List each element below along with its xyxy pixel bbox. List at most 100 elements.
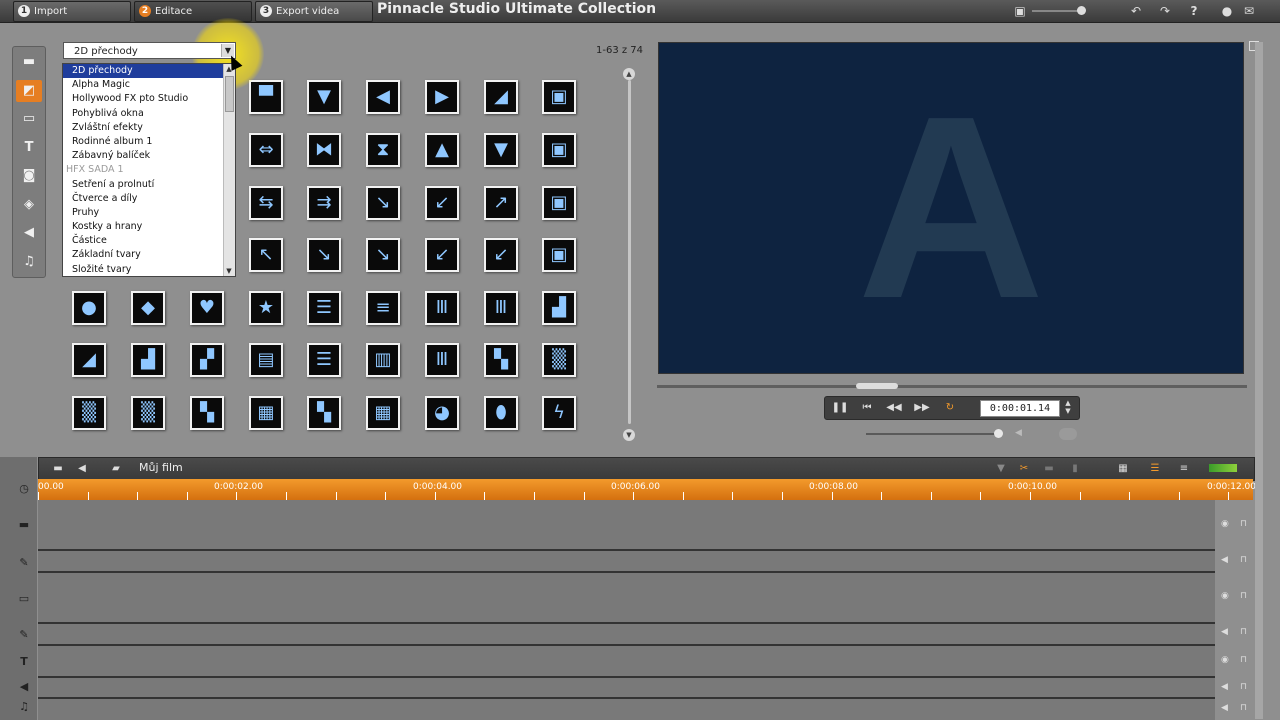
- transition-thumbnail[interactable]: ▦: [249, 396, 283, 430]
- transition-thumbnail[interactable]: ▼: [484, 133, 518, 167]
- transition-thumbnail[interactable]: ▒: [131, 396, 165, 430]
- transition-thumbnail[interactable]: ▣: [542, 186, 576, 220]
- timeline-ruler[interactable]: 00.00 0:00:02.00 0:00:04.00 0:00:06.00 0:00:…: [38, 479, 1256, 500]
- transition-thumbnail[interactable]: ▶: [425, 80, 459, 114]
- dropdown-option[interactable]: Hollywood FX pto Studio: [63, 92, 235, 106]
- undo-icon[interactable]: ↶: [1129, 4, 1143, 18]
- transition-thumbnail[interactable]: ▦: [366, 396, 400, 430]
- dropdown-scrollbar[interactable]: ▲ ▼: [223, 64, 235, 276]
- photo-icon[interactable]: ◙: [16, 165, 42, 187]
- transition-thumbnail[interactable]: ▣: [542, 80, 576, 114]
- player-scrubber[interactable]: [657, 385, 1247, 388]
- transition-thumbnail[interactable]: ↙: [425, 238, 459, 272]
- mail-icon[interactable]: ✉: [1242, 4, 1256, 18]
- transition-thumbnail[interactable]: ⧓: [307, 133, 341, 167]
- transition-thumbnail[interactable]: ▞: [190, 343, 224, 377]
- scroll-up-icon[interactable]: ▲: [623, 68, 635, 80]
- folder-icon[interactable]: ▰: [109, 462, 123, 476]
- video-icon[interactable]: ▬: [51, 462, 65, 476]
- transition-icon[interactable]: ◩: [16, 80, 42, 102]
- lock-icon[interactable]: ⊓: [1240, 703, 1250, 713]
- category-select[interactable]: 2D přechody ▼: [63, 42, 236, 59]
- scroll-track[interactable]: [628, 80, 631, 424]
- speaker-icon[interactable]: ◀: [1221, 627, 1233, 637]
- eye-icon[interactable]: ◉: [1221, 591, 1233, 601]
- transition-thumbnail[interactable]: ▣: [542, 238, 576, 272]
- right-edge-scrollbar[interactable]: [1255, 42, 1263, 719]
- tab-import[interactable]: 1 Import: [13, 1, 131, 22]
- menu-track-icon[interactable]: ▭: [16, 591, 32, 607]
- dropdown-option[interactable]: Složité tvary: [63, 263, 235, 276]
- forward-icon[interactable]: ▶▶: [913, 401, 931, 415]
- timecode-field[interactable]: 0:00:01.14: [980, 400, 1060, 417]
- timeline-view-icon[interactable]: ☰: [1148, 462, 1162, 476]
- speaker-icon[interactable]: ◀: [1221, 555, 1233, 565]
- transition-thumbnail[interactable]: ▣: [542, 133, 576, 167]
- clock-icon[interactable]: ◷: [16, 481, 32, 497]
- timeline-tracks[interactable]: [38, 500, 1215, 720]
- transition-thumbnail[interactable]: ⇉: [307, 186, 341, 220]
- dropdown-option[interactable]: Setření a prolnutí: [63, 178, 235, 192]
- split-icon[interactable]: ▬: [1042, 462, 1056, 476]
- scroll-down-icon[interactable]: ▼: [224, 266, 234, 276]
- music-icon[interactable]: ♫: [16, 251, 42, 273]
- lock-icon[interactable]: ⊓: [1240, 519, 1250, 529]
- transition-thumbnail[interactable]: ⇆: [249, 186, 283, 220]
- transition-thumbnail[interactable]: ▚: [307, 396, 341, 430]
- dropdown-option[interactable]: Kostky a hrany: [63, 220, 235, 234]
- transition-thumbnail[interactable]: ↖: [249, 238, 283, 272]
- transition-thumbnail[interactable]: ◕: [425, 396, 459, 430]
- transition-thumbnail[interactable]: ◢: [484, 80, 518, 114]
- dropdown-option[interactable]: Pruhy: [63, 206, 235, 220]
- transition-thumbnail[interactable]: ≡: [366, 291, 400, 325]
- dropdown-option[interactable]: Pohyblivá okna: [63, 107, 235, 121]
- transition-thumbnail[interactable]: ↗: [484, 186, 518, 220]
- transition-thumbnail[interactable]: ↘: [307, 238, 341, 272]
- transition-thumbnail[interactable]: ★: [249, 291, 283, 325]
- transition-thumbnail[interactable]: ◢: [72, 343, 106, 377]
- dropdown-option[interactable]: Částice: [63, 234, 235, 248]
- skip-start-icon[interactable]: ⏮: [858, 401, 876, 415]
- speaker-icon[interactable]: ◀: [1015, 428, 1027, 440]
- pen-icon[interactable]: ✎: [16, 627, 32, 643]
- title-icon[interactable]: T: [16, 137, 42, 159]
- transition-thumbnail[interactable]: ▚: [190, 396, 224, 430]
- transition-thumbnail[interactable]: ☰: [307, 343, 341, 377]
- video-icon[interactable]: ▬: [16, 51, 42, 73]
- text-view-icon[interactable]: ≡: [1177, 462, 1191, 476]
- dropdown-option[interactable]: 2D přechody: [63, 64, 235, 79]
- transition-thumbnail[interactable]: ◀: [366, 80, 400, 114]
- effects-icon[interactable]: ◈: [16, 194, 42, 216]
- speaker-icon[interactable]: ◀: [75, 462, 89, 476]
- storyboard-view-icon[interactable]: ▦: [1116, 462, 1130, 476]
- transition-thumbnail[interactable]: ↘: [366, 238, 400, 272]
- transition-thumbnail[interactable]: ⧗: [366, 133, 400, 167]
- lightbulb-icon[interactable]: ●: [1220, 4, 1234, 18]
- preview-player[interactable]: A: [658, 42, 1244, 374]
- eye-icon[interactable]: ◉: [1221, 655, 1233, 665]
- transition-thumbnail[interactable]: ▟: [131, 343, 165, 377]
- screen-mode-icon[interactable]: ▣: [1013, 4, 1027, 18]
- lock-icon[interactable]: ⊓: [1240, 627, 1250, 637]
- pause-icon[interactable]: ❚❚: [831, 401, 849, 415]
- transition-thumbnail[interactable]: ▤: [249, 343, 283, 377]
- sound-icon[interactable]: ◀: [16, 222, 42, 244]
- speaker-icon[interactable]: ◀: [1221, 682, 1233, 692]
- dropdown-option[interactable]: Alpha Magic: [63, 78, 235, 92]
- lock-icon[interactable]: ⊓: [1240, 555, 1250, 565]
- title-track-icon[interactable]: T: [16, 654, 32, 670]
- transition-thumbnail[interactable]: ▒: [542, 343, 576, 377]
- transition-thumbnail[interactable]: ↘: [366, 186, 400, 220]
- transition-thumbnail[interactable]: ⇔: [249, 133, 283, 167]
- player-scrubber-thumb[interactable]: [856, 383, 898, 389]
- disc-icon[interactable]: [1059, 428, 1077, 440]
- transition-thumbnail[interactable]: ♥: [190, 291, 224, 325]
- transition-thumbnail[interactable]: Ⅲ: [484, 291, 518, 325]
- transition-thumbnail[interactable]: ↙: [425, 186, 459, 220]
- lock-icon[interactable]: ⊓: [1240, 591, 1250, 601]
- dropdown-option[interactable]: Základní tvary: [63, 248, 235, 262]
- lock-icon[interactable]: ⊓: [1240, 682, 1250, 692]
- transition-thumbnail[interactable]: ☰: [307, 291, 341, 325]
- transition-thumbnail[interactable]: ▀: [249, 80, 283, 114]
- scroll-down-icon[interactable]: ▼: [623, 429, 635, 441]
